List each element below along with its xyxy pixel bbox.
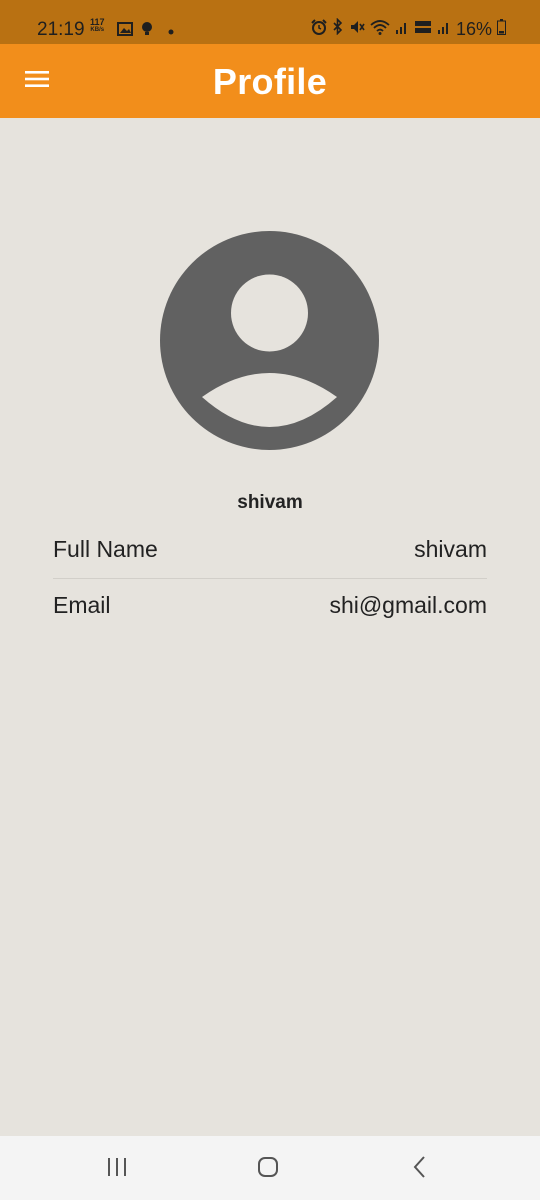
- battery-icon: [497, 18, 506, 40]
- signal-icon: [437, 19, 451, 40]
- network-speed-value: 117: [90, 17, 105, 27]
- home-button[interactable]: [251, 1152, 285, 1186]
- profile-username: shivam: [237, 492, 303, 513]
- dot-icon: [161, 23, 177, 41]
- status-right-icons: 16%: [311, 17, 506, 40]
- full-name-label: Full Name: [53, 536, 158, 562]
- email-label: Email: [53, 592, 111, 618]
- profile-row-full-name: Full Name shivam: [53, 522, 487, 579]
- back-button[interactable]: [403, 1152, 437, 1186]
- home-icon: [257, 1156, 279, 1183]
- network-speed-unit: KB/s: [90, 27, 105, 33]
- email-value: shi@gmail.com: [329, 592, 487, 618]
- status-time: 21:19: [37, 19, 85, 40]
- volte-icon: [414, 19, 432, 40]
- network-speed: 117 KB/s: [90, 18, 105, 34]
- status-left-icons: [117, 21, 177, 42]
- signal-icon: [395, 19, 409, 40]
- wifi-icon: [370, 19, 390, 40]
- bulb-icon: [141, 21, 153, 42]
- back-icon: [412, 1155, 428, 1184]
- app-bar: Profile: [0, 44, 540, 118]
- profile-row-email: Email shi@gmail.com: [53, 578, 487, 634]
- page-title: Profile: [212, 61, 328, 102]
- user-avatar-icon: [160, 231, 379, 450]
- full-name-value: shivam: [414, 536, 487, 562]
- gallery-icon: [117, 22, 133, 41]
- system-nav-bar: [0, 1136, 540, 1200]
- bluetooth-icon: [332, 17, 344, 40]
- battery-percent: 16%: [455, 18, 492, 39]
- status-bar: 21:19 117 KB/s 16%: [0, 0, 540, 44]
- alarm-icon: [311, 18, 327, 40]
- recent-apps-button[interactable]: [100, 1152, 134, 1186]
- recent-apps-icon: [106, 1157, 128, 1182]
- mute-icon: [349, 19, 365, 40]
